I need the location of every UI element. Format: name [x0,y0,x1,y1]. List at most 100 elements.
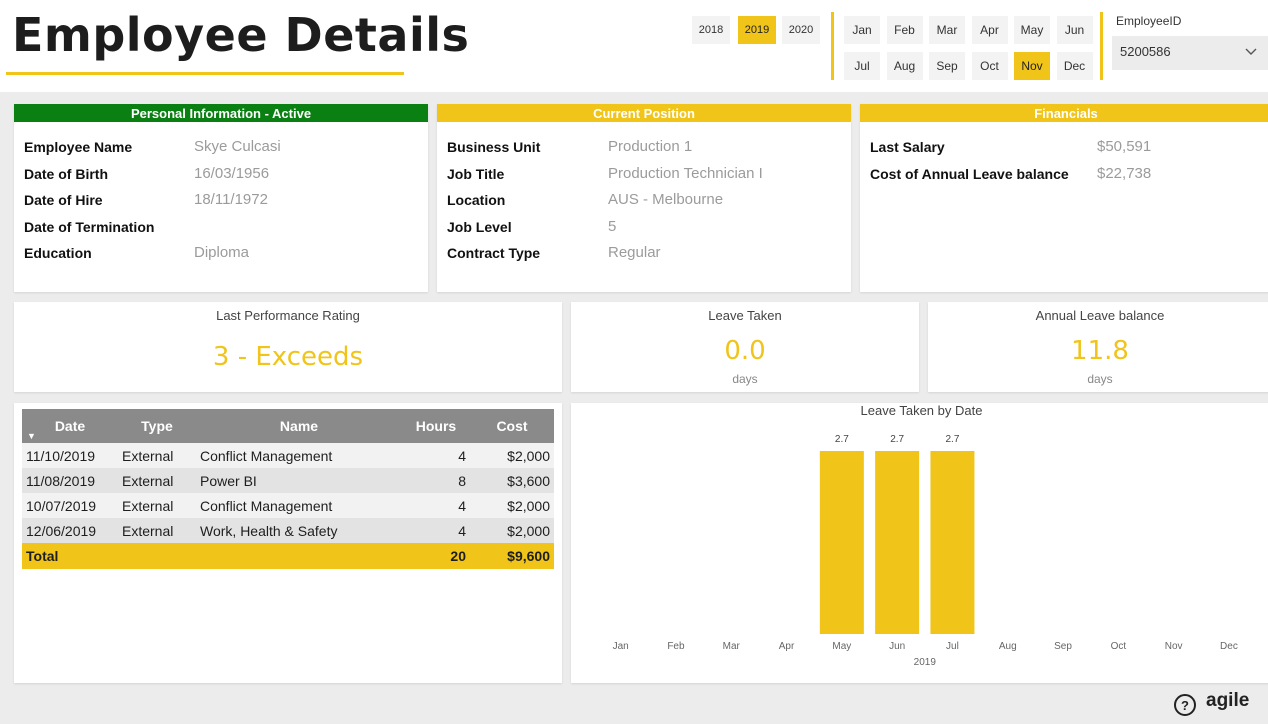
position-label: Location [447,192,506,208]
total-cell: $9,600 [470,543,554,569]
leave-taken-unit: days [732,372,758,386]
month-button-feb[interactable]: Feb [886,16,923,44]
year-button-2020[interactable]: 2020 [782,16,820,44]
x-tick-label: Sep [1054,641,1072,652]
page-title: Employee Details [12,8,470,62]
table-cell: Conflict Management [196,493,402,518]
position-row: Job Level 5 [447,217,847,239]
financials-label: Cost of Annual Leave balance [870,166,1069,182]
personal-label: Date of Birth [24,165,108,182]
employee-id-label: EmployeeID [1116,14,1182,28]
total-cell [196,543,402,569]
personal-value: 18/11/1972 [194,191,268,208]
table-row[interactable]: 10/07/2019 External Conflict Management 4 $2… [22,493,554,518]
table-row[interactable]: 11/10/2019 External Conflict Management 4 $2… [22,443,554,468]
year-button-2018[interactable]: 2018 [692,16,730,44]
month-button-apr[interactable]: Apr [971,16,1008,44]
x-tick-label: Feb [667,641,685,652]
personal-label: Date of Hire [24,192,103,208]
performance-rating-card: Last Performance Rating 3 - Exceeds [14,302,562,392]
x-tick-label: Jan [613,641,629,652]
leave-taken-title: Leave Taken [708,308,782,323]
leave-balance-title: Annual Leave balance [1035,308,1165,323]
leave-taken-chart: Jan Feb Mar Apr 2.7 May 2.7 Jun 2.7 Jul Aug Sep Oct N… [613,434,1238,668]
table-cell: Work, Health & Safety [196,518,402,543]
x-tick-label: Jul [946,641,959,652]
personal-info-card: Personal Information - Active Employee N… [14,104,428,292]
personal-row: Education Diploma [24,244,424,265]
x-axis-label: 2019 [914,657,937,668]
personal-label: Employee Name [24,139,133,155]
bar-may[interactable] [819,451,864,634]
table-cell: 12/06/2019 [22,518,118,543]
x-tick-label: Aug [999,641,1017,652]
total-cell [118,543,196,569]
sort-down-icon[interactable]: ▼ [27,431,36,441]
slicer-divider [1100,12,1103,80]
current-position-header: Current Position [437,104,851,122]
month-button-may[interactable]: May [1014,16,1050,44]
position-label: Job Level [447,218,512,235]
position-value: Production Technician I [608,164,763,182]
month-button-aug[interactable]: Aug [886,52,923,80]
table-cell: Conflict Management [196,443,402,468]
month-button-nov[interactable]: Nov [1014,52,1050,80]
x-tick-label: Nov [1165,641,1183,652]
table-cell: 8 [402,468,470,493]
logo-text: agile [1206,690,1250,711]
x-tick-label: Dec [1220,641,1238,652]
total-cell: Total [22,543,118,569]
leave-chart-card: Leave Taken by Date Jan Feb Mar Apr 2.7 May 2.… [571,403,1268,683]
month-button-jul[interactable]: Jul [844,52,880,80]
column-header-date[interactable]: Date ▼ [22,409,118,443]
table-cell: Power BI [196,468,402,493]
current-position-card: Current Position Business Unit Production… [437,104,851,292]
position-value: 5 [608,217,617,235]
column-header-label: Date [54,418,86,434]
personal-label: Date of Termination [24,218,155,235]
month-button-jan[interactable]: Jan [844,16,880,44]
column-header-type[interactable]: Type [118,409,196,443]
table-cell: $3,600 [470,468,554,493]
column-header-hours[interactable]: Hours [402,409,470,443]
bar-jul[interactable] [930,451,975,634]
x-tick-label: Jun [889,641,905,652]
month-button-mar[interactable]: Mar [929,16,965,44]
table-row[interactable]: 11/08/2019 External Power BI 8 $3,600 [22,468,554,493]
table-cell: External [118,468,196,493]
table-cell: 11/10/2019 [22,443,118,468]
position-row: Location AUS - Melbourne [447,191,847,212]
financials-value: $50,591 [1097,138,1152,155]
table-cell: 11/08/2019 [22,468,118,493]
table-cell: $2,000 [470,443,554,468]
table-row[interactable]: 12/06/2019 External Work, Health & Safety 4… [22,518,554,543]
personal-row: Date of Birth 16/03/1956 [24,165,424,186]
personal-label: Education [24,245,92,261]
leave-balance-value: 11.8 [1071,336,1129,366]
financials-card: Financials Last Salary $50,591 Cost of Ann… [860,104,1268,292]
financials-label: Last Salary [870,139,945,155]
company-logo: agile [1206,690,1249,712]
personal-row: Date of Hire 18/11/1972 [24,191,424,212]
column-header-label: Hours [415,418,457,434]
month-button-oct[interactable]: Oct [971,52,1008,80]
month-button-jun[interactable]: Jun [1056,16,1093,44]
position-value: Regular [608,244,661,261]
year-button-2019[interactable]: 2019 [738,16,776,44]
position-label: Job Title [447,165,505,182]
month-button-sep[interactable]: Sep [929,52,965,80]
data-label: 2.7 [835,434,849,445]
column-header-cost[interactable]: Cost [470,409,554,443]
bar-jun[interactable] [875,451,920,634]
performance-rating-title: Last Performance Rating [216,308,360,323]
position-label: Business Unit [447,139,541,155]
table-cell: 4 [402,493,470,518]
column-header-name[interactable]: Name [196,409,402,443]
personal-row: Employee Name Skye Culcasi [24,138,424,159]
position-value: AUS - Melbourne [608,191,724,208]
employee-id-dropdown[interactable]: 5200586 [1112,36,1268,70]
position-value: Production 1 [608,138,693,155]
help-icon[interactable]: ? [1174,694,1196,716]
month-button-dec[interactable]: Dec [1056,52,1093,80]
column-header-label: Name [279,418,319,434]
